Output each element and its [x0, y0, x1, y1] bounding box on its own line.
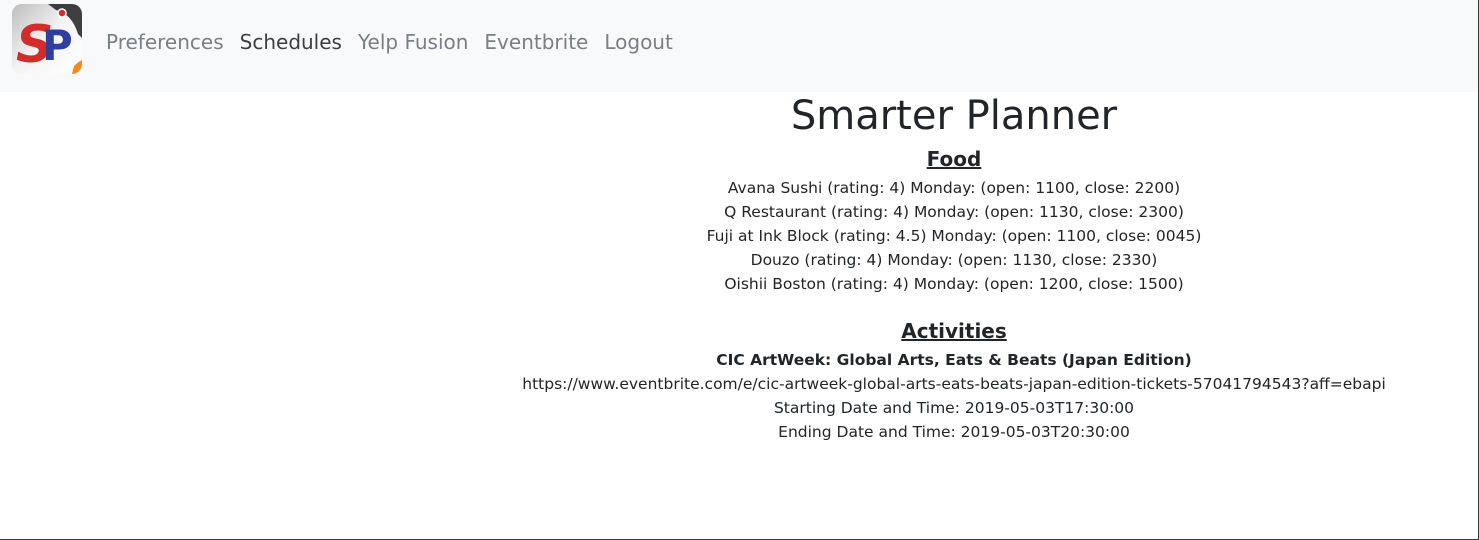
activities-heading: Activities [901, 319, 1007, 343]
food-item: Oishii Boston (rating: 4) Monday: (open:… [724, 275, 1184, 293]
page-title: Smarter Planner [790, 93, 1118, 139]
logo-letter-p: P [42, 21, 73, 70]
nav-links: Preferences Schedules Yelp Fusion Eventb… [98, 27, 681, 57]
event-start-time: Starting Date and Time: 2019-05-03T17:30… [773, 399, 1135, 417]
nav-link-yelp-fusion[interactable]: Yelp Fusion [350, 27, 476, 57]
nav-link-eventbrite[interactable]: Eventbrite [476, 27, 596, 57]
food-item: Avana Sushi (rating: 4) Monday: (open: 1… [727, 179, 1181, 197]
nav-link-schedules[interactable]: Schedules [232, 27, 350, 57]
navbar: S P Preferences Schedules Yelp Fusion Ev… [0, 0, 1478, 92]
food-item: Fuji at Ink Block (rating: 4.5) Monday: … [706, 227, 1202, 245]
food-heading: Food [926, 147, 982, 171]
main-content: Smarter Planner Food Avana Sushi (rating… [430, 92, 1478, 444]
event-url: https://www.eventbrite.com/e/cic-artweek… [522, 375, 1386, 393]
activities-list: CIC ArtWeek: Global Arts, Eats & Beats (… [430, 348, 1478, 444]
event-end-time: Ending Date and Time: 2019-05-03T20:30:0… [778, 423, 1130, 441]
page: S P Preferences Schedules Yelp Fusion Ev… [0, 0, 1479, 540]
food-list: Avana Sushi (rating: 4) Monday: (open: 1… [430, 176, 1478, 296]
food-item: Douzo (rating: 4) Monday: (open: 1130, c… [750, 251, 1158, 269]
food-item: Q Restaurant (rating: 4) Monday: (open: … [724, 203, 1184, 221]
event-title: CIC ArtWeek: Global Arts, Eats & Beats (… [716, 351, 1192, 369]
logo-icon: S P [12, 4, 82, 74]
app-logo[interactable]: S P [12, 4, 82, 74]
nav-link-preferences[interactable]: Preferences [98, 27, 232, 57]
nav-link-logout[interactable]: Logout [596, 27, 680, 57]
